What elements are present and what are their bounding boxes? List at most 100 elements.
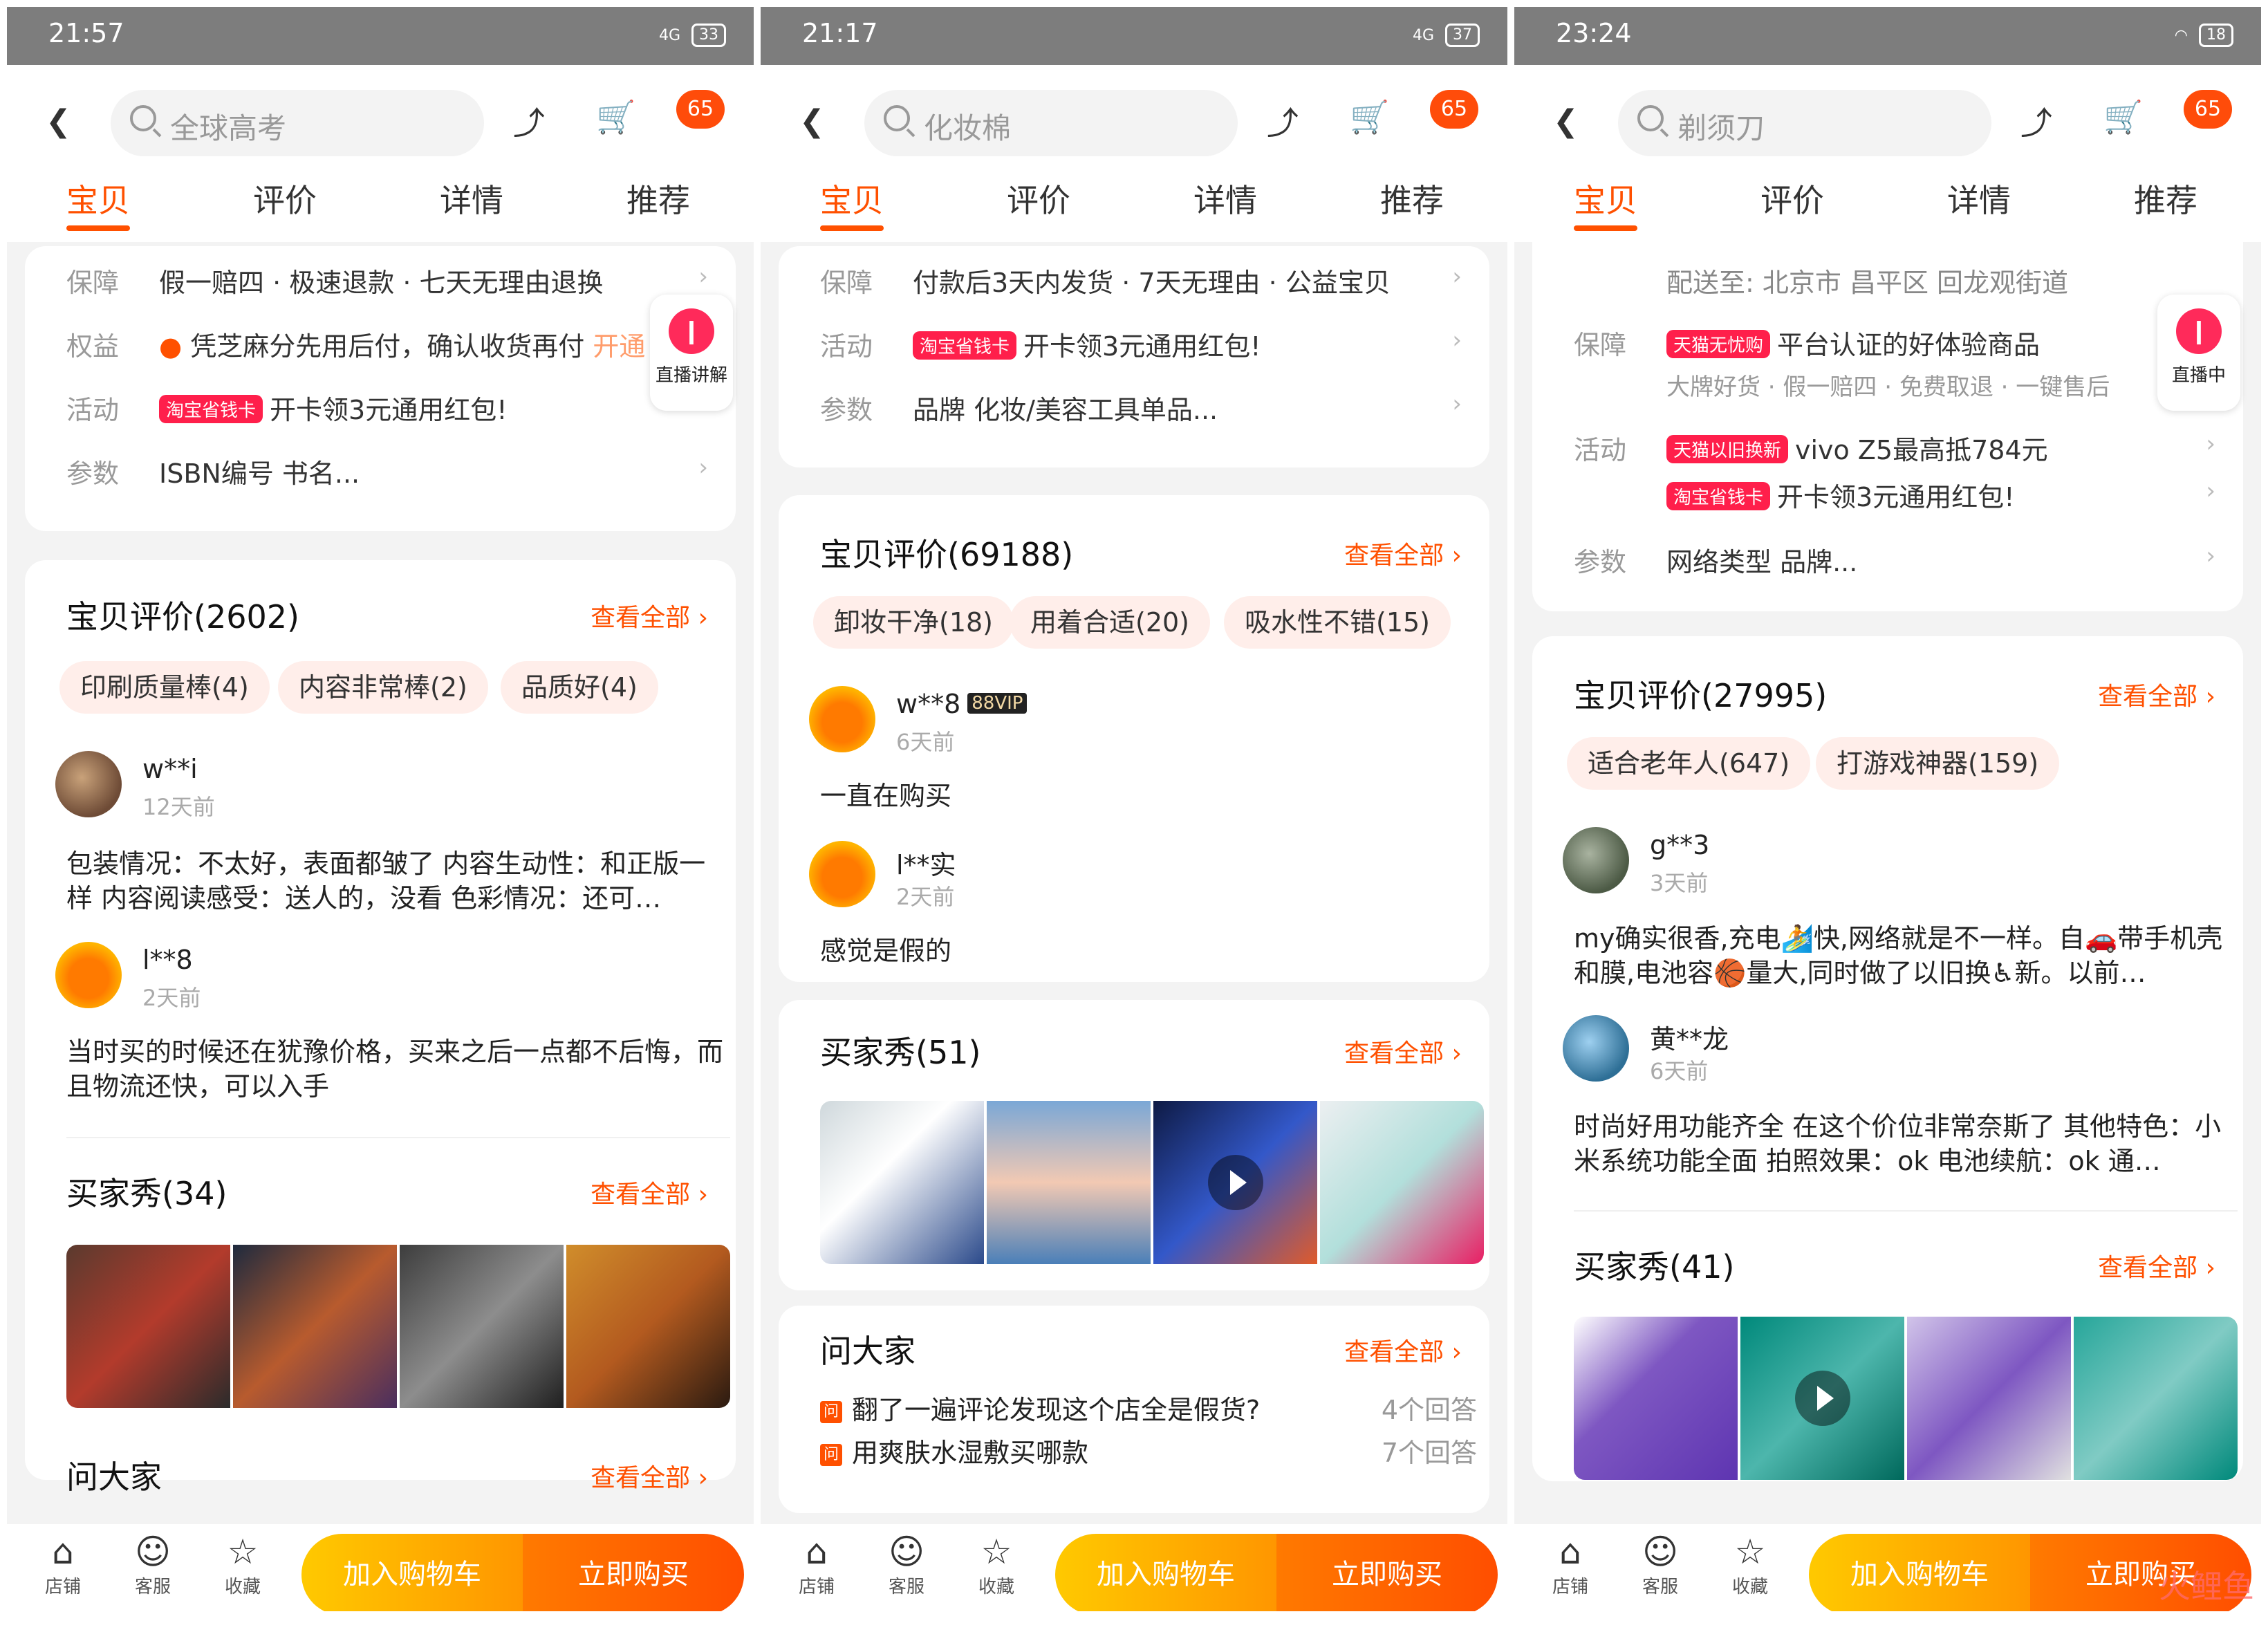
back-icon[interactable]: ❮ (1553, 104, 1579, 139)
show-photo[interactable] (233, 1245, 397, 1408)
tab-details[interactable]: 详情 (440, 176, 503, 221)
search-input[interactable]: 全球高考 (111, 90, 484, 156)
buy-now-button[interactable]: 立即购买 (1276, 1534, 1498, 1611)
shop-button[interactable]: ⌂ 店铺 (786, 1531, 848, 1598)
favorite-button[interactable]: ☆ 收藏 (212, 1531, 274, 1598)
guarantee-row[interactable]: 保障 天猫无忧购 平台认证的好体验商品 (1574, 324, 2040, 362)
review-chip[interactable]: 内容非常棒(2) (278, 661, 488, 714)
rights-label: 权益 (66, 331, 120, 362)
buyer-show-see-all[interactable]: 查看全部 › (2098, 1248, 2215, 1283)
reviews-see-all[interactable]: 查看全部 › (2098, 676, 2215, 712)
tab-reviews[interactable]: 评价 (1760, 176, 1824, 221)
guarantee-row[interactable]: 保障 付款后3天内发货 · 7天无理由 · 公益宝贝 (820, 261, 1391, 299)
see-all-label: 查看全部 (591, 1464, 691, 1492)
review-text[interactable]: 包装情况：不太好，表面都皱了 内容生动性：和正版一样 内容阅读感受：送人的，没看… (66, 846, 723, 916)
review-chip[interactable]: 品质好(4) (501, 661, 658, 714)
rights-extra[interactable]: 开通 (593, 331, 645, 362)
review-chip[interactable]: 印刷质量棒(4) (59, 661, 270, 714)
review-text[interactable]: 时尚好用功能齐全 在这个价位非常奈斯了 其他特色：小米系统功能全面 拍照效果：o… (1574, 1109, 2231, 1178)
buyer-show-see-all[interactable]: 查看全部 › (591, 1174, 708, 1210)
tab-reviews[interactable]: 评价 (253, 176, 317, 221)
buyer-show-see-all[interactable]: 查看全部 › (1344, 1033, 1462, 1069)
live-button[interactable]: ❙ 直播中 (2157, 295, 2240, 411)
search-input[interactable]: 剃须刀 (1618, 90, 1991, 156)
reviews-see-all[interactable]: 查看全部 › (591, 597, 708, 633)
activity-row[interactable]: 活动 淘宝省钱卡 开卡领3元通用红包! (820, 325, 1261, 363)
back-icon[interactable]: ❮ (799, 104, 825, 139)
service-button[interactable]: ☺ 客服 (122, 1531, 184, 1598)
show-photo[interactable] (400, 1245, 564, 1408)
qa-see-all[interactable]: 查看全部 › (1344, 1332, 1462, 1368)
guarantee-row[interactable]: 保障 假一赔四 · 极速退款 · 七天无理由退换 (66, 261, 603, 299)
activity-text: 开卡领3元通用红包! (1777, 482, 2015, 512)
activity-row[interactable]: 活动 淘宝省钱卡 开卡领3元通用红包! (66, 389, 507, 427)
review-chip[interactable]: 适合老年人(647) (1567, 737, 1811, 790)
review-chip[interactable]: 吸水性不错(15) (1224, 596, 1451, 649)
qa-see-all[interactable]: 查看全部 › (591, 1458, 708, 1494)
show-photo[interactable] (1907, 1317, 2071, 1480)
phone-screen-3: 23:24 ◠ 18 ❮ 剃须刀 ⤴ 🛒 65 宝贝 评价 详情 推荐 配送至:… (1514, 7, 2261, 1611)
qa-item[interactable]: 问用爽肤水湿敷买哪款 7个回答 (820, 1431, 1477, 1469)
service-button[interactable]: ☺ 客服 (1629, 1531, 1691, 1598)
status-bar: 23:24 ◠ 18 (1514, 7, 2261, 65)
review-chip[interactable]: 卸妆干净(18) (813, 596, 1014, 649)
tab-recommend[interactable]: 推荐 (626, 176, 690, 221)
tab-reviews[interactable]: 评价 (1007, 176, 1070, 221)
service-button[interactable]: ☺ 客服 (875, 1531, 938, 1598)
tab-item[interactable]: 宝贝 (66, 176, 130, 231)
favorite-button[interactable]: ☆ 收藏 (1719, 1531, 1781, 1598)
show-photo[interactable] (1320, 1101, 1484, 1264)
buy-now-button[interactable]: 立即购买 (523, 1534, 744, 1611)
show-photo[interactable] (820, 1101, 984, 1264)
question-mark-icon: 问 (820, 1401, 842, 1423)
params-row[interactable]: 参数 ISBN编号 书名... (66, 452, 360, 490)
show-video[interactable] (1153, 1101, 1317, 1264)
tab-item[interactable]: 宝贝 (1574, 176, 1637, 231)
share-icon[interactable]: ⤴ (2020, 98, 2052, 144)
cart-badge: 65 (1430, 90, 1478, 129)
review-text[interactable]: 当时买的时候还在犹豫价格，买来之后一点都不后悔，而且物流还快，可以入手 (66, 1035, 723, 1104)
show-photo[interactable] (66, 1245, 230, 1408)
cart-icon[interactable]: 🛒 (596, 98, 635, 136)
tab-recommend[interactable]: 推荐 (2134, 176, 2197, 221)
share-icon[interactable]: ⤴ (513, 98, 545, 144)
qa-item[interactable]: 问翻了一遍评论发现这个店全是假货? 4个回答 (820, 1389, 1477, 1427)
activity-row-2[interactable]: 淘宝省钱卡 开卡领3元通用红包! (1666, 476, 2014, 514)
review-chip[interactable]: 用着合适(20) (1010, 596, 1211, 649)
tab-recommend[interactable]: 推荐 (1380, 176, 1444, 221)
review-text[interactable]: my确实很香,充电🏄快,网络就是不一样。自🚗带手机壳和膜,电池容🏀量大,同时做了… (1574, 921, 2231, 990)
status-time: 23:24 (1556, 18, 1632, 48)
review-text[interactable]: 感觉是假的 (820, 934, 1477, 968)
guarantee-text: 付款后3天内发货 · 7天无理由 · 公益宝贝 (913, 268, 1391, 298)
live-button[interactable]: ❙ 直播讲解 (650, 295, 733, 411)
show-photo[interactable] (1574, 1317, 1738, 1480)
delivery-row[interactable]: 配送至: 北京市 昌平区 回龙观街道 (1666, 261, 2068, 299)
show-video[interactable] (1740, 1317, 1904, 1480)
add-to-cart-button[interactable]: 加入购物车 (1055, 1534, 1276, 1611)
review-chip[interactable]: 打游戏神器(159) (1816, 737, 2060, 790)
params-row[interactable]: 参数 品牌 化妆/美容工具单品... (820, 389, 1218, 427)
shop-button[interactable]: ⌂ 店铺 (1539, 1531, 1601, 1598)
add-to-cart-button[interactable]: 加入购物车 (301, 1534, 523, 1611)
rights-row[interactable]: 权益 ● 凭芝麻分先用后付，确认收货再付 开通 (66, 325, 645, 363)
params-row[interactable]: 参数 网络类型 品牌... (1574, 541, 1857, 579)
tab-details[interactable]: 详情 (1193, 176, 1257, 221)
tab-item[interactable]: 宝贝 (820, 176, 884, 231)
show-photo[interactable] (987, 1101, 1151, 1264)
search-placeholder: 化妆棉 (924, 111, 1012, 145)
shop-button[interactable]: ⌂ 店铺 (32, 1531, 94, 1598)
shop-icon: ⌂ (52, 1532, 74, 1572)
activity-row[interactable]: 活动 天猫以旧换新 vivo Z5最高抵784元 (1574, 429, 2048, 467)
cart-icon[interactable]: 🛒 (1350, 98, 1389, 136)
favorite-button[interactable]: ☆ 收藏 (965, 1531, 1028, 1598)
review-text[interactable]: 一直在购买 (820, 779, 1477, 813)
show-photo[interactable] (566, 1245, 730, 1408)
back-icon[interactable]: ❮ (46, 104, 71, 139)
show-photo[interactable] (2074, 1317, 2238, 1480)
add-to-cart-button[interactable]: 加入购物车 (1809, 1534, 2030, 1611)
tab-details[interactable]: 详情 (1947, 176, 2011, 221)
cart-icon[interactable]: 🛒 (2103, 98, 2143, 136)
search-input[interactable]: 化妆棉 (864, 90, 1238, 156)
reviews-see-all[interactable]: 查看全部 › (1344, 535, 1462, 571)
share-icon[interactable]: ⤴ (1267, 98, 1299, 144)
